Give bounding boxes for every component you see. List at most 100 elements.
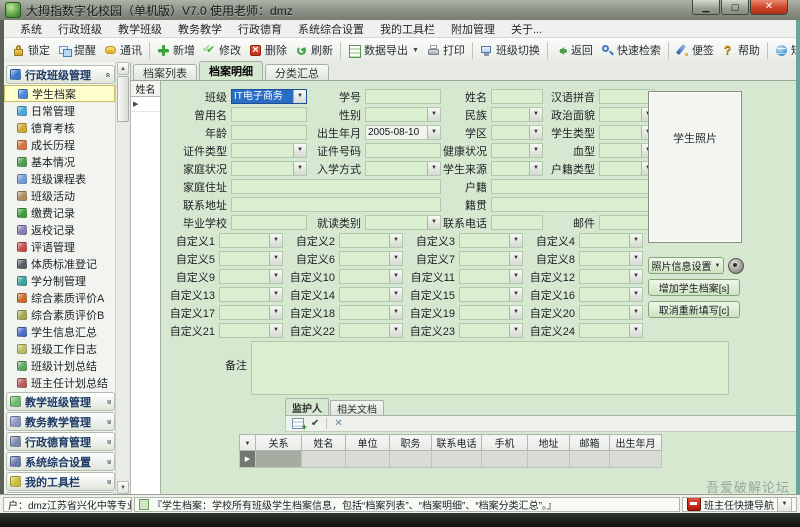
message-button[interactable]: 通讯 xyxy=(100,40,146,60)
confirm-row-icon[interactable]: ✔ xyxy=(311,418,319,429)
form-combo-field[interactable] xyxy=(219,251,283,266)
menu-item-7[interactable]: 我的工具栏 xyxy=(372,21,443,37)
sidebar-item-comment-management[interactable]: 评语管理 xyxy=(4,238,115,255)
headteacher-nav-button[interactable]: 班主任快捷导航 ▼ xyxy=(682,496,797,512)
form-combo-field[interactable] xyxy=(365,107,441,122)
expand-icon[interactable]: « xyxy=(103,439,113,444)
tab-archive-detail[interactable]: 档案明细 xyxy=(199,61,263,80)
data-export-button[interactable]: 数据导出 ▼ xyxy=(344,40,423,60)
add-button[interactable]: 新增 xyxy=(153,40,199,60)
expand-icon[interactable]: « xyxy=(103,399,113,404)
expand-icon[interactable]: « xyxy=(103,479,113,484)
form-combo-field[interactable] xyxy=(219,269,283,284)
sidebar-item-fee-records[interactable]: 缴费记录 xyxy=(4,204,115,221)
sidebar-item-class-worklog[interactable]: 班级工作日志 xyxy=(4,340,115,357)
form-combo-field[interactable] xyxy=(459,305,523,320)
form-text-field[interactable] xyxy=(231,197,441,212)
lock-button[interactable]: 锁定 xyxy=(8,40,54,60)
form-combo-field[interactable] xyxy=(599,107,655,122)
sidebar-item-student-summary[interactable]: 学生信息汇总 xyxy=(4,323,115,340)
form-combo-field[interactable] xyxy=(219,323,283,338)
sidebar-item-moral-assessment[interactable]: 德育考核 xyxy=(4,119,115,136)
form-combo-field[interactable]: 2005-08-10 xyxy=(365,125,441,140)
form-combo-field[interactable] xyxy=(579,269,643,284)
form-text-field[interactable] xyxy=(491,89,543,104)
sidebar-item-headteacher-plan-summary[interactable]: 班主任计划总结 xyxy=(4,374,115,391)
form-text-field[interactable] xyxy=(231,125,307,140)
form-combo-field[interactable] xyxy=(579,233,643,248)
sidebar-item-fitness-register[interactable]: 体质标准登记 xyxy=(4,255,115,272)
webcam-icon[interactable] xyxy=(728,257,744,274)
sidebar-section-my-toolbar[interactable]: 我的工具栏 « xyxy=(6,472,115,491)
guardian-cell[interactable] xyxy=(345,450,390,468)
form-combo-field[interactable] xyxy=(339,323,403,338)
sidebar-item-class-activity[interactable]: 班级活动 xyxy=(4,187,115,204)
sidebar-item-basic-info[interactable]: 基本情况 xyxy=(4,153,115,170)
sidebar-item-student-archive[interactable]: 学生档案 xyxy=(4,85,115,102)
sidebar-section-admin-class[interactable]: 行政班级管理 « xyxy=(6,65,115,84)
column-filter-icon[interactable]: ▼ xyxy=(239,434,256,451)
menu-item-5[interactable]: 行政德育 xyxy=(230,21,290,37)
sidebar-scrollbar[interactable]: ▲ ▼ xyxy=(115,62,130,494)
cancel-rewrite-button[interactable]: 取消重新填写[c] xyxy=(648,301,740,318)
collapse-icon[interactable]: « xyxy=(103,72,113,77)
form-combo-field[interactable] xyxy=(491,107,543,122)
form-combo-field[interactable]: IT电子商务 xyxy=(231,89,307,104)
guardian-cell[interactable] xyxy=(569,450,610,468)
expand-icon[interactable]: « xyxy=(103,419,113,424)
form-text-field[interactable] xyxy=(365,143,441,158)
form-combo-field[interactable] xyxy=(579,287,643,302)
dropdown-arrow-icon[interactable]: ▼ xyxy=(412,47,419,54)
form-combo-field[interactable] xyxy=(491,161,543,176)
tab-archive-list[interactable]: 档案列表 xyxy=(133,64,197,80)
menu-item-3[interactable]: 教学班级 xyxy=(110,21,170,37)
form-text-field[interactable] xyxy=(491,197,659,212)
form-combo-field[interactable] xyxy=(459,287,523,302)
form-text-field[interactable] xyxy=(599,215,655,230)
form-combo-field[interactable] xyxy=(459,251,523,266)
form-combo-field[interactable] xyxy=(491,125,543,140)
form-text-field[interactable] xyxy=(599,89,655,104)
form-combo-field[interactable] xyxy=(365,215,441,230)
print-button[interactable]: 打印 xyxy=(423,40,469,60)
sidebar-item-quality-eval-a[interactable]: 综合素质评价A xyxy=(4,289,115,306)
form-combo-field[interactable] xyxy=(339,305,403,320)
form-combo-field[interactable] xyxy=(231,143,307,158)
window-titlebar[interactable]: 大拇指数字化校园（单机版）V7.0 使用老师：dmz ▁ ▢ ✕ xyxy=(0,0,800,20)
guardian-cell[interactable] xyxy=(431,450,482,468)
form-combo-field[interactable] xyxy=(599,161,655,176)
nav-dropdown-icon[interactable]: ▼ xyxy=(777,497,792,511)
form-combo-field[interactable] xyxy=(579,251,643,266)
guardian-cell[interactable] xyxy=(389,450,432,468)
form-combo-field[interactable] xyxy=(219,287,283,302)
menu-item-4[interactable]: 教务教学 xyxy=(170,21,230,37)
delete-button[interactable]: 删除 xyxy=(245,40,291,60)
maximize-button[interactable]: ▢ xyxy=(721,0,749,15)
form-combo-field[interactable] xyxy=(231,161,307,176)
form-combo-field[interactable] xyxy=(339,269,403,284)
guardian-cell[interactable] xyxy=(527,450,570,468)
form-combo-field[interactable] xyxy=(365,161,441,176)
expand-icon[interactable]: « xyxy=(103,459,113,464)
sidebar-section-admin-moral[interactable]: 行政德育管理 « xyxy=(6,432,115,451)
form-combo-field[interactable] xyxy=(339,287,403,302)
sidebar-item-return-records[interactable]: 返校记录 xyxy=(4,221,115,238)
close-button[interactable]: ✕ xyxy=(750,0,788,15)
scroll-up-icon[interactable]: ▲ xyxy=(117,62,129,75)
form-combo-field[interactable] xyxy=(339,251,403,266)
add-student-button[interactable]: 增加学生档案[s] xyxy=(648,279,740,296)
note-field[interactable] xyxy=(251,341,729,395)
form-combo-field[interactable] xyxy=(599,143,655,158)
guardian-cell[interactable] xyxy=(609,450,662,468)
form-combo-field[interactable] xyxy=(459,269,523,284)
sms-button[interactable]: 短信 xyxy=(771,40,800,60)
form-combo-field[interactable] xyxy=(491,143,543,158)
sidebar-item-credit-management[interactable]: 学分制管理 xyxy=(4,272,115,289)
delete-row-icon[interactable]: ✕ xyxy=(334,418,342,429)
menu-item-2[interactable]: 行政班级 xyxy=(50,21,110,37)
help-button[interactable]: 帮助 xyxy=(718,40,764,60)
menu-item-6[interactable]: 系统综合设置 xyxy=(290,21,372,37)
form-combo-field[interactable] xyxy=(579,323,643,338)
form-text-field[interactable] xyxy=(231,215,307,230)
name-column-header[interactable]: 姓名 xyxy=(131,81,160,97)
